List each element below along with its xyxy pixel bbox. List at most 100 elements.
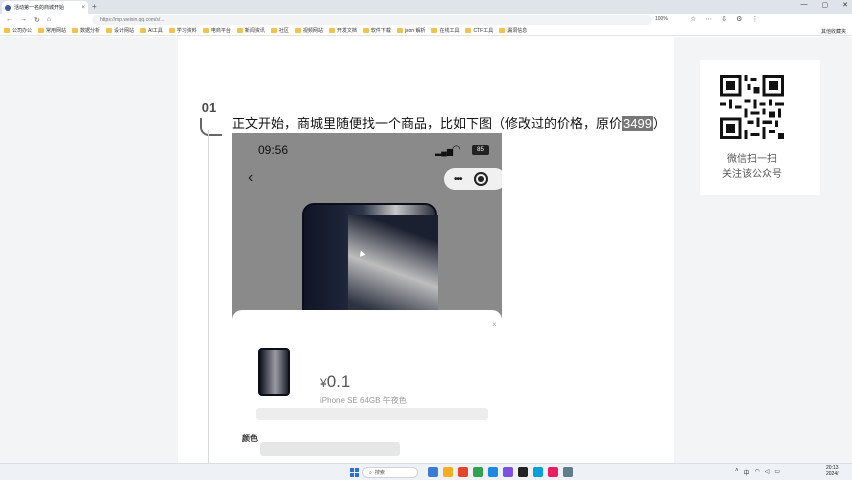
folder-icon [38,28,45,33]
phone-status-bar: 09:56 ▂▄▆ ◠ 85 [232,143,502,157]
wechat-app-icon[interactable] [473,467,483,477]
folder-icon [431,28,438,33]
phone-back-icon[interactable]: ‹ [248,169,253,187]
battery-icon: 85 [472,145,489,155]
terminal-app-icon[interactable] [518,467,528,477]
reload-icon[interactable]: ↻ [34,16,40,24]
tray-chevron-icon[interactable]: ˄ [735,468,739,477]
folder-icon [4,28,10,33]
product-thumbnail [258,348,290,396]
settings-gear-icon[interactable]: ⚙ [736,15,742,23]
signal-icon: ▂▄▆ [435,147,453,156]
app-icon-6[interactable] [503,467,513,477]
browser-tools: ☆ ⋯ ⇩ ⚙ ⋮ [690,15,758,23]
other-bookmarks[interactable]: 其他收藏夹 [821,28,846,35]
step-hook-decoration [200,118,222,136]
start-menu-icon[interactable] [350,468,359,477]
close-program-icon[interactable] [473,172,488,186]
taskbar-search-placeholder: 搜索 [374,470,385,476]
app-icon-10[interactable] [563,467,573,477]
step-heading-text: 正文开始，商城里随便找一个商品，比如下图（修改过的价格，原价 [232,116,623,131]
close-window-button[interactable]: ✕ [842,1,848,9]
taskbar-clock[interactable]: 20:13 2024/ [826,465,839,477]
bookmark-item[interactable]: 开发文档 [328,27,357,34]
bookmark-item[interactable]: 电商平台 [202,27,231,34]
bookmark-item[interactable]: 社区 [270,27,289,34]
clock-date: 2024/ [826,471,839,477]
forward-icon[interactable]: → [20,16,27,24]
bookmark-item[interactable]: 视频网站 [294,27,323,34]
bookmarks-bar: 公司办公 常用网站 数据分析 设计网站 AI工具 学习资料 电商平台 新闻资讯 … [0,26,852,36]
folder-icon [236,28,243,33]
search-icon: ⌕ [369,469,372,476]
window-controls: — ▢ ✕ [801,1,849,9]
url-field[interactable]: https://mp.weixin.qq.com/s/... [92,15,652,25]
bookmark-item[interactable]: json 解析 [396,27,425,34]
bookmark-item[interactable]: 数据分析 [72,27,100,34]
product-name: iPhone SE 64GB 午夜色 [320,396,407,405]
blurred-info-bar [256,408,488,420]
new-tab-button[interactable]: + [92,2,97,11]
favorite-star-icon[interactable]: ☆ [690,15,696,23]
bookmark-item[interactable]: 公司办公 [4,27,32,34]
tab-title: 活动第一名的商城开始 [14,5,65,11]
wifi-icon: ◠ [452,144,461,155]
more-tools-icon[interactable]: ⋯ [705,15,712,23]
page-gutter-left [0,37,178,463]
minimize-button[interactable]: — [801,1,808,9]
battery-tray-icon[interactable]: ▭ [774,468,780,477]
zoom-level[interactable]: 100% [655,16,668,22]
system-tray: ˄ 中 ◠ ◁ ▭ [735,468,780,477]
product-image-wallpaper [348,215,438,315]
back-icon[interactable]: ← [6,16,13,24]
volume-icon[interactable]: ◁ [765,468,770,477]
bookmark-item[interactable]: 在线工具 [431,27,459,34]
file-explorer-icon[interactable] [443,467,453,477]
price-value: 0.1 [326,372,351,391]
phone-screenshot: 09:56 ▂▄▆ ◠ 85 ‹ ••• ▲ × ¥0.1 iPhone SE … [232,133,502,463]
folder-icon [168,28,175,33]
folder-icon [202,28,209,33]
home-icon[interactable]: ⌂ [47,16,51,24]
taskbar-search[interactable]: ⌕ 搜索 [362,467,418,478]
site-favicon-icon [5,4,11,11]
product-price: ¥0.1 [320,372,350,392]
browser-app-icon[interactable] [458,467,468,477]
step-heading: 正文开始，商城里随便找一个商品，比如下图（修改过的价格，原价3499） [232,113,666,132]
folder-icon [294,28,301,33]
more-options-icon[interactable]: ••• [454,174,462,185]
bookmark-item[interactable]: 设计网站 [106,27,134,34]
tab-close-icon[interactable]: × [81,5,85,11]
qr-card: 微信扫一扫 关注该公众号 [700,60,820,195]
sheet-close-icon[interactable]: × [492,320,497,329]
maximize-button[interactable]: ▢ [822,1,829,9]
folder-icon [499,28,506,33]
app-icon-9[interactable] [548,467,558,477]
qr-caption-line1: 微信扫一扫 [727,154,777,165]
network-icon[interactable]: ◠ [755,468,760,477]
bookmark-item[interactable]: AI工具 [140,27,163,34]
input-method-icon[interactable]: 中 [744,468,750,477]
bookmark-item[interactable]: 漏洞信息 [499,27,527,34]
folder-icon [465,28,472,33]
step-timeline-line [208,130,209,463]
download-icon[interactable]: ⇩ [721,15,727,23]
qr-caption-line2: 关注该公众号 [722,169,782,180]
menu-icon[interactable]: ⋮ [751,15,758,23]
folder-icon [396,28,403,33]
browser-tab[interactable]: 活动第一名的商城开始 × [2,1,88,14]
edge-app-icon[interactable] [488,467,498,477]
bookmark-item[interactable]: 软件下载 [362,27,391,34]
qr-caption: 微信扫一扫 关注该公众号 [700,152,804,182]
bookmark-item[interactable]: 常用网站 [38,27,66,34]
bookmark-item[interactable]: 学习资料 [168,27,197,34]
taskview-icon[interactable] [428,467,438,477]
folder-icon [328,28,335,33]
blurred-color-options[interactable] [260,442,400,456]
bookmark-item[interactable]: 新闻资讯 [236,27,265,34]
app-icon-8[interactable] [533,467,543,477]
taskbar: ⌕ 搜索 ˄ 中 ◠ ◁ ▭ 20:13 2024/ [0,463,852,480]
highlighted-price: 3499 [622,116,653,131]
folder-icon [72,28,79,33]
bookmark-item[interactable]: CTF工具 [465,27,493,34]
